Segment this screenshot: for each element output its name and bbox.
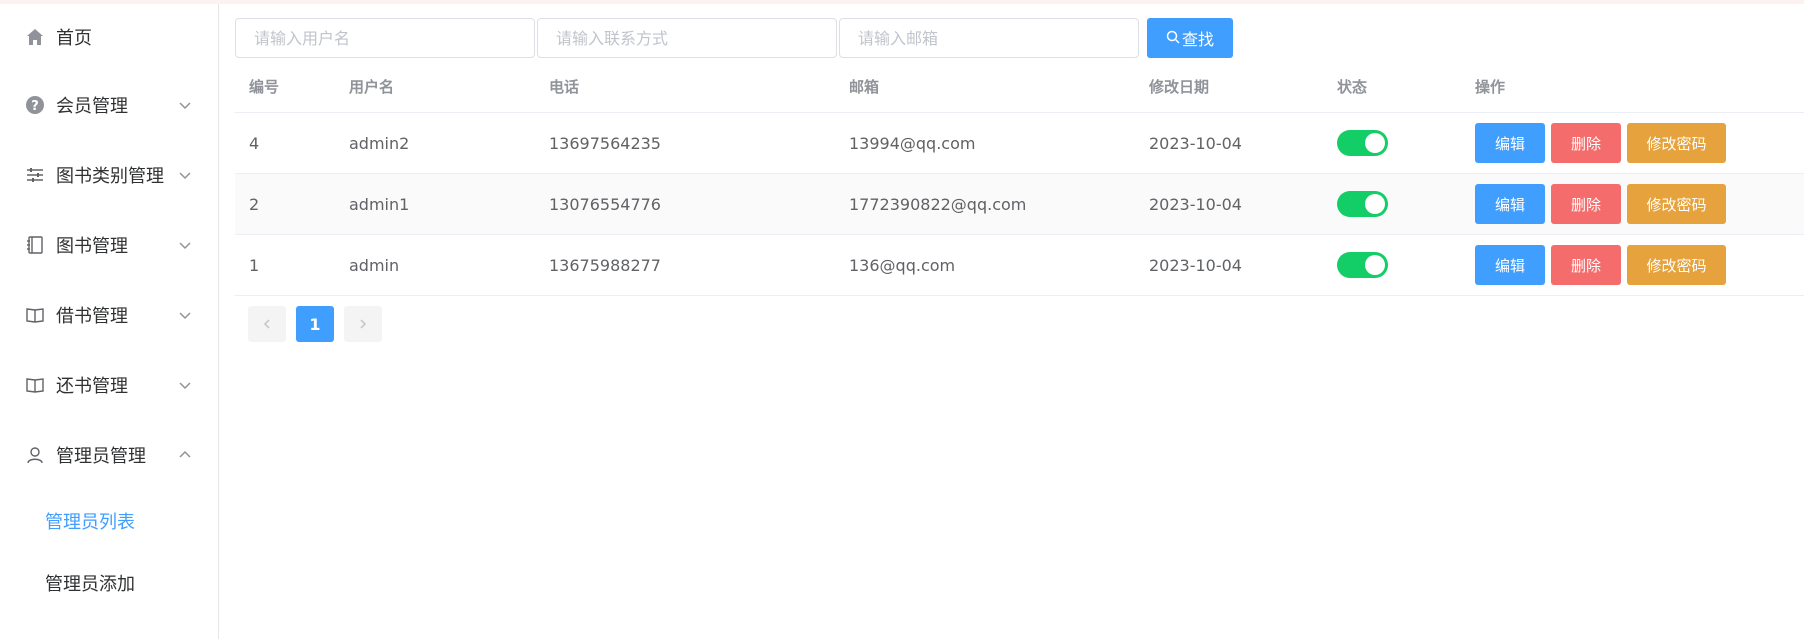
- sidebar-item-label: 会员管理: [56, 96, 128, 117]
- change-password-button[interactable]: 修改密码: [1627, 123, 1726, 163]
- cell-email: 136@qq.com: [849, 255, 956, 275]
- submenu-item-label: 管理员添加: [45, 574, 135, 595]
- header-email: 邮箱: [849, 77, 880, 96]
- cell-username: admin1: [349, 194, 410, 214]
- header-id: 编号: [249, 77, 280, 96]
- sliders-icon: [24, 164, 46, 186]
- search-button-label: 查找: [1181, 30, 1214, 49]
- status-switch[interactable]: [1337, 130, 1388, 156]
- search-button[interactable]: 查找: [1147, 18, 1233, 58]
- email-search-input[interactable]: [839, 18, 1139, 58]
- sidebar-item-books[interactable]: 图书管理: [0, 210, 218, 280]
- cell-ops: 编辑 删除 修改密码: [1461, 123, 1804, 163]
- cell-username: admin2: [349, 133, 410, 153]
- cell-status: [1323, 252, 1461, 278]
- chevron-down-icon: [178, 306, 192, 320]
- cell-phone: 13675988277: [549, 255, 661, 275]
- status-switch[interactable]: [1337, 252, 1388, 278]
- prev-page-button[interactable]: [248, 306, 286, 342]
- sidebar-menu: 首页 ? 会员管理 图书类别管理 图书管理 借书管理 还书管理 管理员管理 管理…: [0, 4, 219, 639]
- chevron-down-icon: [178, 376, 192, 390]
- reading-icon: [24, 374, 46, 396]
- cell-status: [1323, 130, 1461, 156]
- table-row: 1 admin 13675988277 136@qq.com 2023-10-0…: [235, 235, 1804, 296]
- cell-email: 13994@qq.com: [849, 133, 976, 153]
- cell-date: 2023-10-04: [1149, 255, 1242, 275]
- cell-phone: 13697564235: [549, 133, 661, 153]
- cell-ops: 编辑 删除 修改密码: [1461, 245, 1804, 285]
- chevron-down-icon: [178, 96, 192, 110]
- delete-button[interactable]: 删除: [1551, 184, 1621, 224]
- cell-id: 1: [249, 255, 260, 275]
- table-row: 4 admin2 13697564235 13994@qq.com 2023-1…: [235, 113, 1804, 174]
- switch-knob: [1365, 255, 1385, 275]
- user-icon: [24, 444, 46, 466]
- chevron-down-icon: [178, 236, 192, 250]
- chevron-left-icon: [261, 315, 273, 334]
- table-row: 2 admin1 13076554776 1772390822@qq.com 2…: [235, 174, 1804, 235]
- sidebar-item-label: 还书管理: [56, 376, 128, 397]
- reading-icon: [24, 304, 46, 326]
- sidebar-item-label: 图书类别管理: [56, 166, 164, 187]
- header-status: 状态: [1337, 77, 1368, 96]
- phone-search-input[interactable]: [537, 18, 837, 58]
- sidebar-item-members[interactable]: ? 会员管理: [0, 70, 218, 140]
- admin-table: 编号 用户名 电话 邮箱 修改日期 状态 操作 4 admin2 1369756…: [235, 60, 1804, 296]
- chevron-right-icon: [357, 315, 369, 334]
- page-number-button[interactable]: 1: [296, 306, 334, 342]
- change-password-button[interactable]: 修改密码: [1627, 184, 1726, 224]
- cell-id: 2: [249, 194, 260, 214]
- cell-ops: 编辑 删除 修改密码: [1461, 184, 1804, 224]
- username-search-input[interactable]: [235, 18, 535, 58]
- pagination: 1: [248, 306, 382, 342]
- sidebar-item-book-categories[interactable]: 图书类别管理: [0, 140, 218, 210]
- cell-date: 2023-10-04: [1149, 133, 1242, 153]
- sidebar-item-admins[interactable]: 管理员管理: [0, 420, 218, 490]
- search-icon: [1166, 29, 1180, 48]
- status-switch[interactable]: [1337, 191, 1388, 217]
- header-username: 用户名: [349, 77, 395, 96]
- edit-button[interactable]: 编辑: [1475, 123, 1545, 163]
- sidebar-item-home[interactable]: 首页: [0, 4, 218, 70]
- delete-button[interactable]: 删除: [1551, 245, 1621, 285]
- submenu-item-admin-list[interactable]: 管理员列表: [0, 490, 218, 552]
- edit-button[interactable]: 编辑: [1475, 245, 1545, 285]
- edit-button[interactable]: 编辑: [1475, 184, 1545, 224]
- header-date: 修改日期: [1149, 77, 1210, 96]
- sidebar-item-label: 借书管理: [56, 306, 128, 327]
- sidebar-item-borrow[interactable]: 借书管理: [0, 280, 218, 350]
- chevron-up-icon: [178, 446, 192, 460]
- cell-email: 1772390822@qq.com: [849, 194, 1027, 214]
- switch-knob: [1365, 194, 1385, 214]
- next-page-button[interactable]: [344, 306, 382, 342]
- svg-text:?: ?: [31, 99, 39, 114]
- table-header: 编号 用户名 电话 邮箱 修改日期 状态 操作: [235, 60, 1804, 113]
- question-circle-icon: ?: [24, 94, 46, 116]
- sidebar-item-return[interactable]: 还书管理: [0, 350, 218, 420]
- cell-date: 2023-10-04: [1149, 194, 1242, 214]
- cell-phone: 13076554776: [549, 194, 661, 214]
- submenu-item-label: 管理员列表: [45, 512, 135, 533]
- sidebar-item-label: 首页: [56, 28, 92, 49]
- change-password-button[interactable]: 修改密码: [1627, 245, 1726, 285]
- chevron-down-icon: [178, 166, 192, 180]
- main-content: 查找 编号 用户名 电话 邮箱 修改日期 状态 操作 4 admin2 1369…: [220, 4, 1804, 639]
- submenu-item-admin-add[interactable]: 管理员添加: [0, 552, 218, 614]
- switch-knob: [1365, 133, 1385, 153]
- search-bar: 查找: [235, 18, 1233, 58]
- header-ops: 操作: [1475, 77, 1506, 96]
- delete-button[interactable]: 删除: [1551, 123, 1621, 163]
- header-phone: 电话: [549, 77, 580, 96]
- home-icon: [24, 26, 46, 48]
- cell-id: 4: [249, 133, 260, 153]
- notebook-icon: [24, 234, 46, 256]
- cell-status: [1323, 191, 1461, 217]
- sidebar-item-label: 管理员管理: [56, 446, 146, 467]
- sidebar-item-label: 图书管理: [56, 236, 128, 257]
- cell-username: admin: [349, 255, 400, 275]
